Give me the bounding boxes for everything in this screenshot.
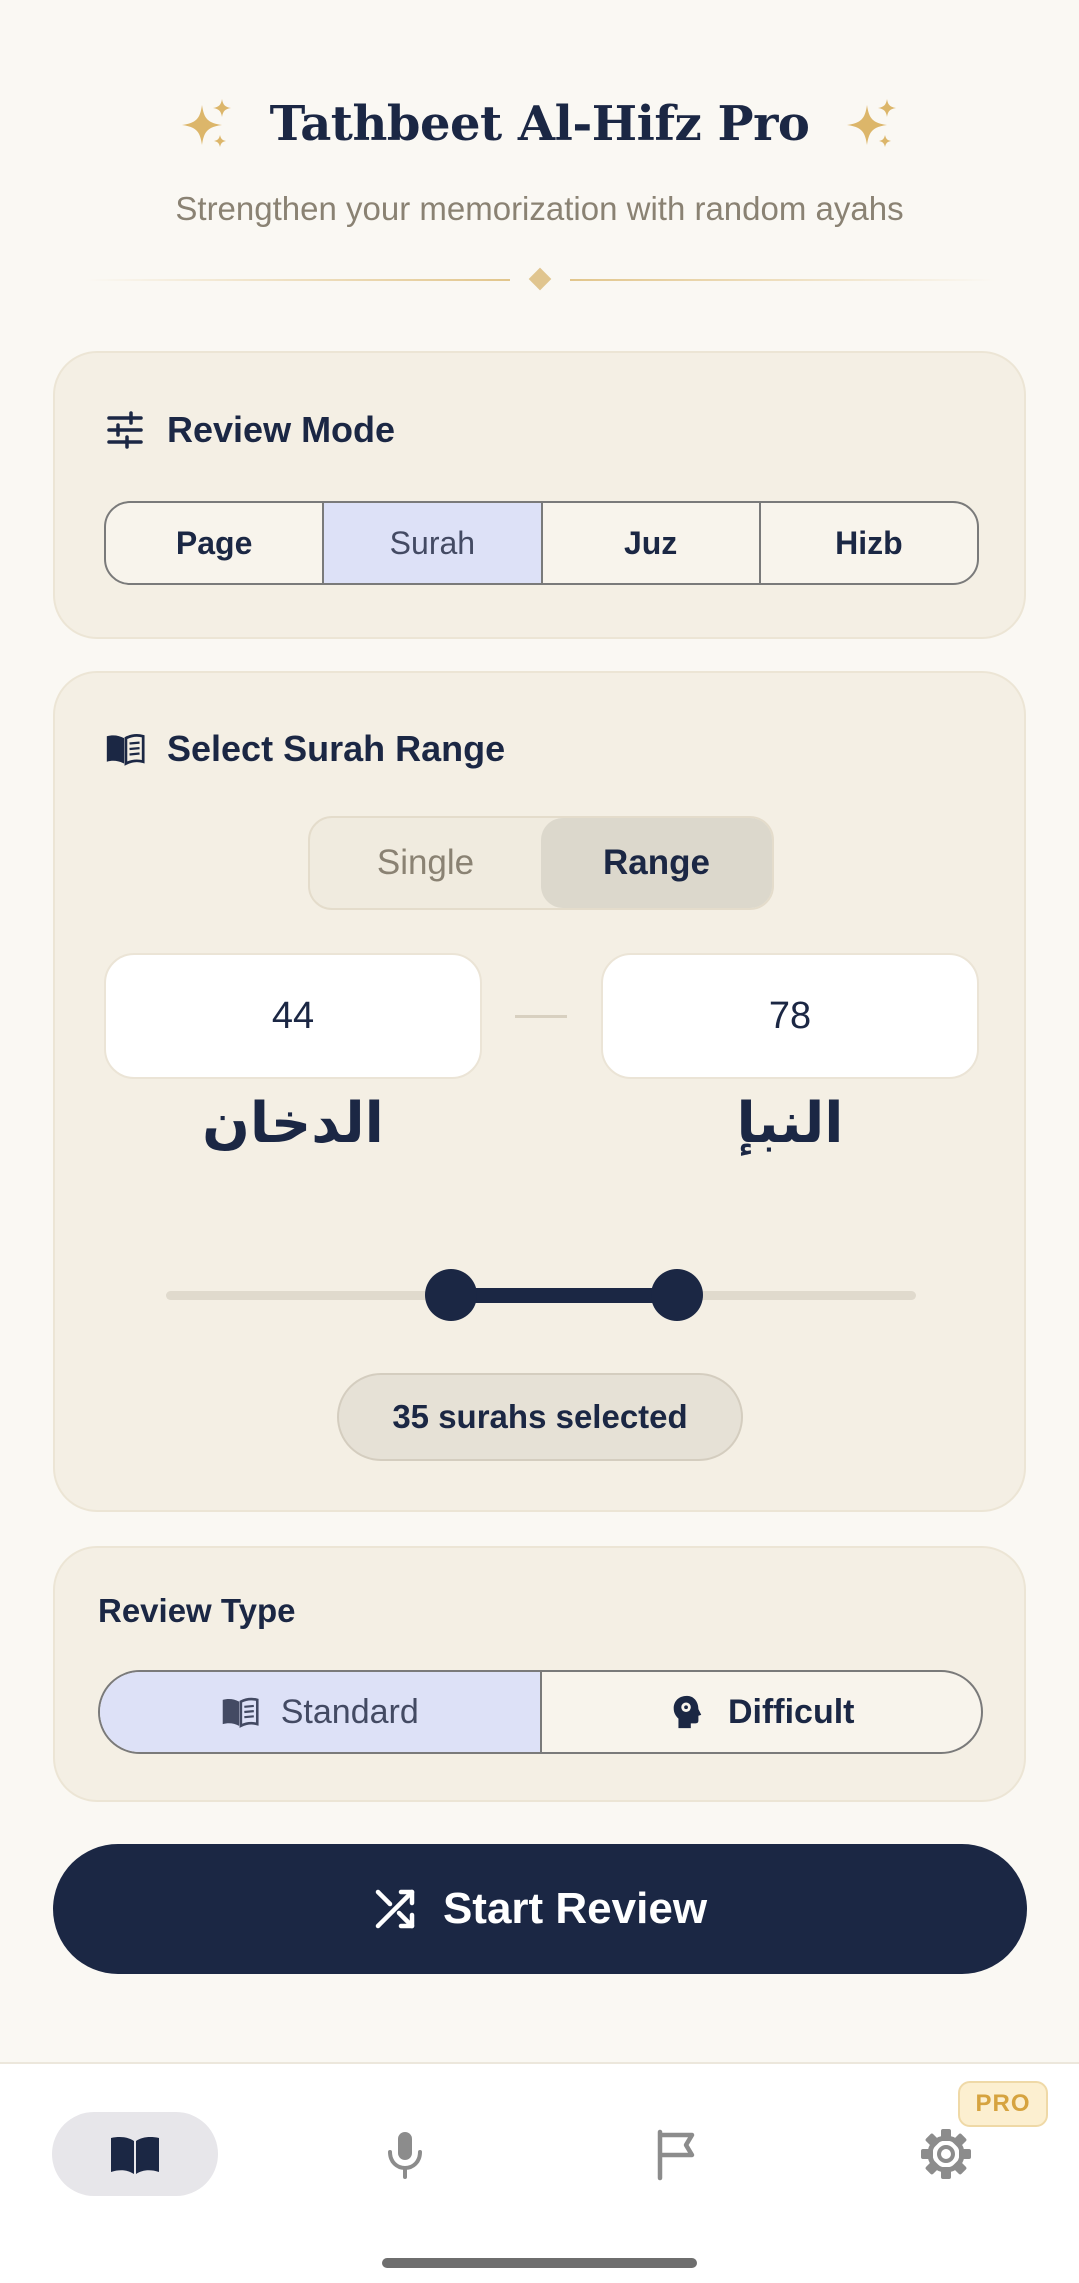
to-surah-input[interactable]: 78 xyxy=(601,953,979,1079)
open-book-icon xyxy=(106,733,145,766)
title-row: Tathbeet Al-Hifz Pro xyxy=(0,96,1079,152)
mode-page-button[interactable]: Page xyxy=(106,503,325,583)
surah-range-header: Select Surah Range xyxy=(105,728,505,770)
mode-juz-button[interactable]: Juz xyxy=(543,503,761,583)
app-title: Tathbeet Al-Hifz Pro xyxy=(269,96,810,152)
range-slider-fill xyxy=(451,1288,678,1303)
book-icon xyxy=(111,2137,159,2174)
review-mode-card: Review Mode Page Surah Juz Hizb xyxy=(53,351,1026,639)
app-subtitle: Strengthen your memorization with random… xyxy=(175,190,904,227)
review-mode-header: Review Mode xyxy=(105,409,395,451)
nav-recitation-tab[interactable] xyxy=(322,2112,488,2196)
start-review-button[interactable]: Start Review xyxy=(53,1844,1027,1974)
nav-progress-tab[interactable] xyxy=(593,2112,759,2196)
review-type-title: Review Type xyxy=(98,1592,296,1629)
review-mode-segmented-control: Page Surah Juz Hizb xyxy=(104,501,979,585)
range-separator xyxy=(515,1015,567,1018)
mode-surah-button[interactable]: Surah xyxy=(324,503,543,583)
start-review-label: Start Review xyxy=(442,1884,708,1933)
sparkle-icon xyxy=(847,99,897,147)
range-option[interactable]: Range xyxy=(541,818,772,908)
surah-range-card: Select Surah Range Single Range 44 78 ال… xyxy=(53,671,1026,1512)
range-slider-high-handle[interactable] xyxy=(651,1269,704,1321)
microphone-icon xyxy=(388,2132,422,2179)
nav-review-tab[interactable] xyxy=(52,2112,218,2196)
surahs-selected-badge: 35 surahs selected xyxy=(337,1373,743,1461)
diamond-ornament xyxy=(528,267,552,291)
review-mode-title: Review Mode xyxy=(167,409,396,450)
sliders-icon xyxy=(107,411,143,449)
header: Tathbeet Al-Hifz Pro Strengthen your mem… xyxy=(0,0,1079,320)
single-option[interactable]: Single xyxy=(310,818,541,908)
mode-hizb-button[interactable]: Hizb xyxy=(761,503,977,583)
sparkle-icon xyxy=(181,99,231,147)
gear-icon xyxy=(921,2129,971,2179)
surah-range-title: Select Surah Range xyxy=(167,728,506,769)
brain-head-icon xyxy=(673,1695,702,1729)
review-type-card: Review Type Standard Difficult xyxy=(53,1546,1026,1802)
review-type-header: Review Type xyxy=(98,1592,295,1630)
single-range-toggle: Single Range xyxy=(308,816,774,910)
pro-badge: PRO xyxy=(958,2081,1048,2127)
standard-label: Standard xyxy=(280,1692,419,1731)
flag-icon xyxy=(657,2129,695,2181)
bottom-navigation: PRO xyxy=(0,2062,1079,2283)
home-indicator xyxy=(382,2258,697,2268)
review-type-segmented-control: Standard Difficult xyxy=(98,1670,983,1754)
standard-button[interactable]: Standard xyxy=(100,1672,542,1752)
from-surah-name: الدخان xyxy=(202,1091,384,1156)
from-surah-input[interactable]: 44 xyxy=(104,953,482,1079)
difficult-button[interactable]: Difficult xyxy=(542,1672,982,1752)
difficult-label: Difficult xyxy=(727,1692,855,1731)
range-slider-low-handle[interactable] xyxy=(425,1269,478,1321)
ornamental-divider xyxy=(85,267,995,292)
book-icon xyxy=(222,1697,259,1728)
shuffle-icon xyxy=(375,1889,415,1929)
to-surah-name: النبإ xyxy=(736,1091,844,1156)
